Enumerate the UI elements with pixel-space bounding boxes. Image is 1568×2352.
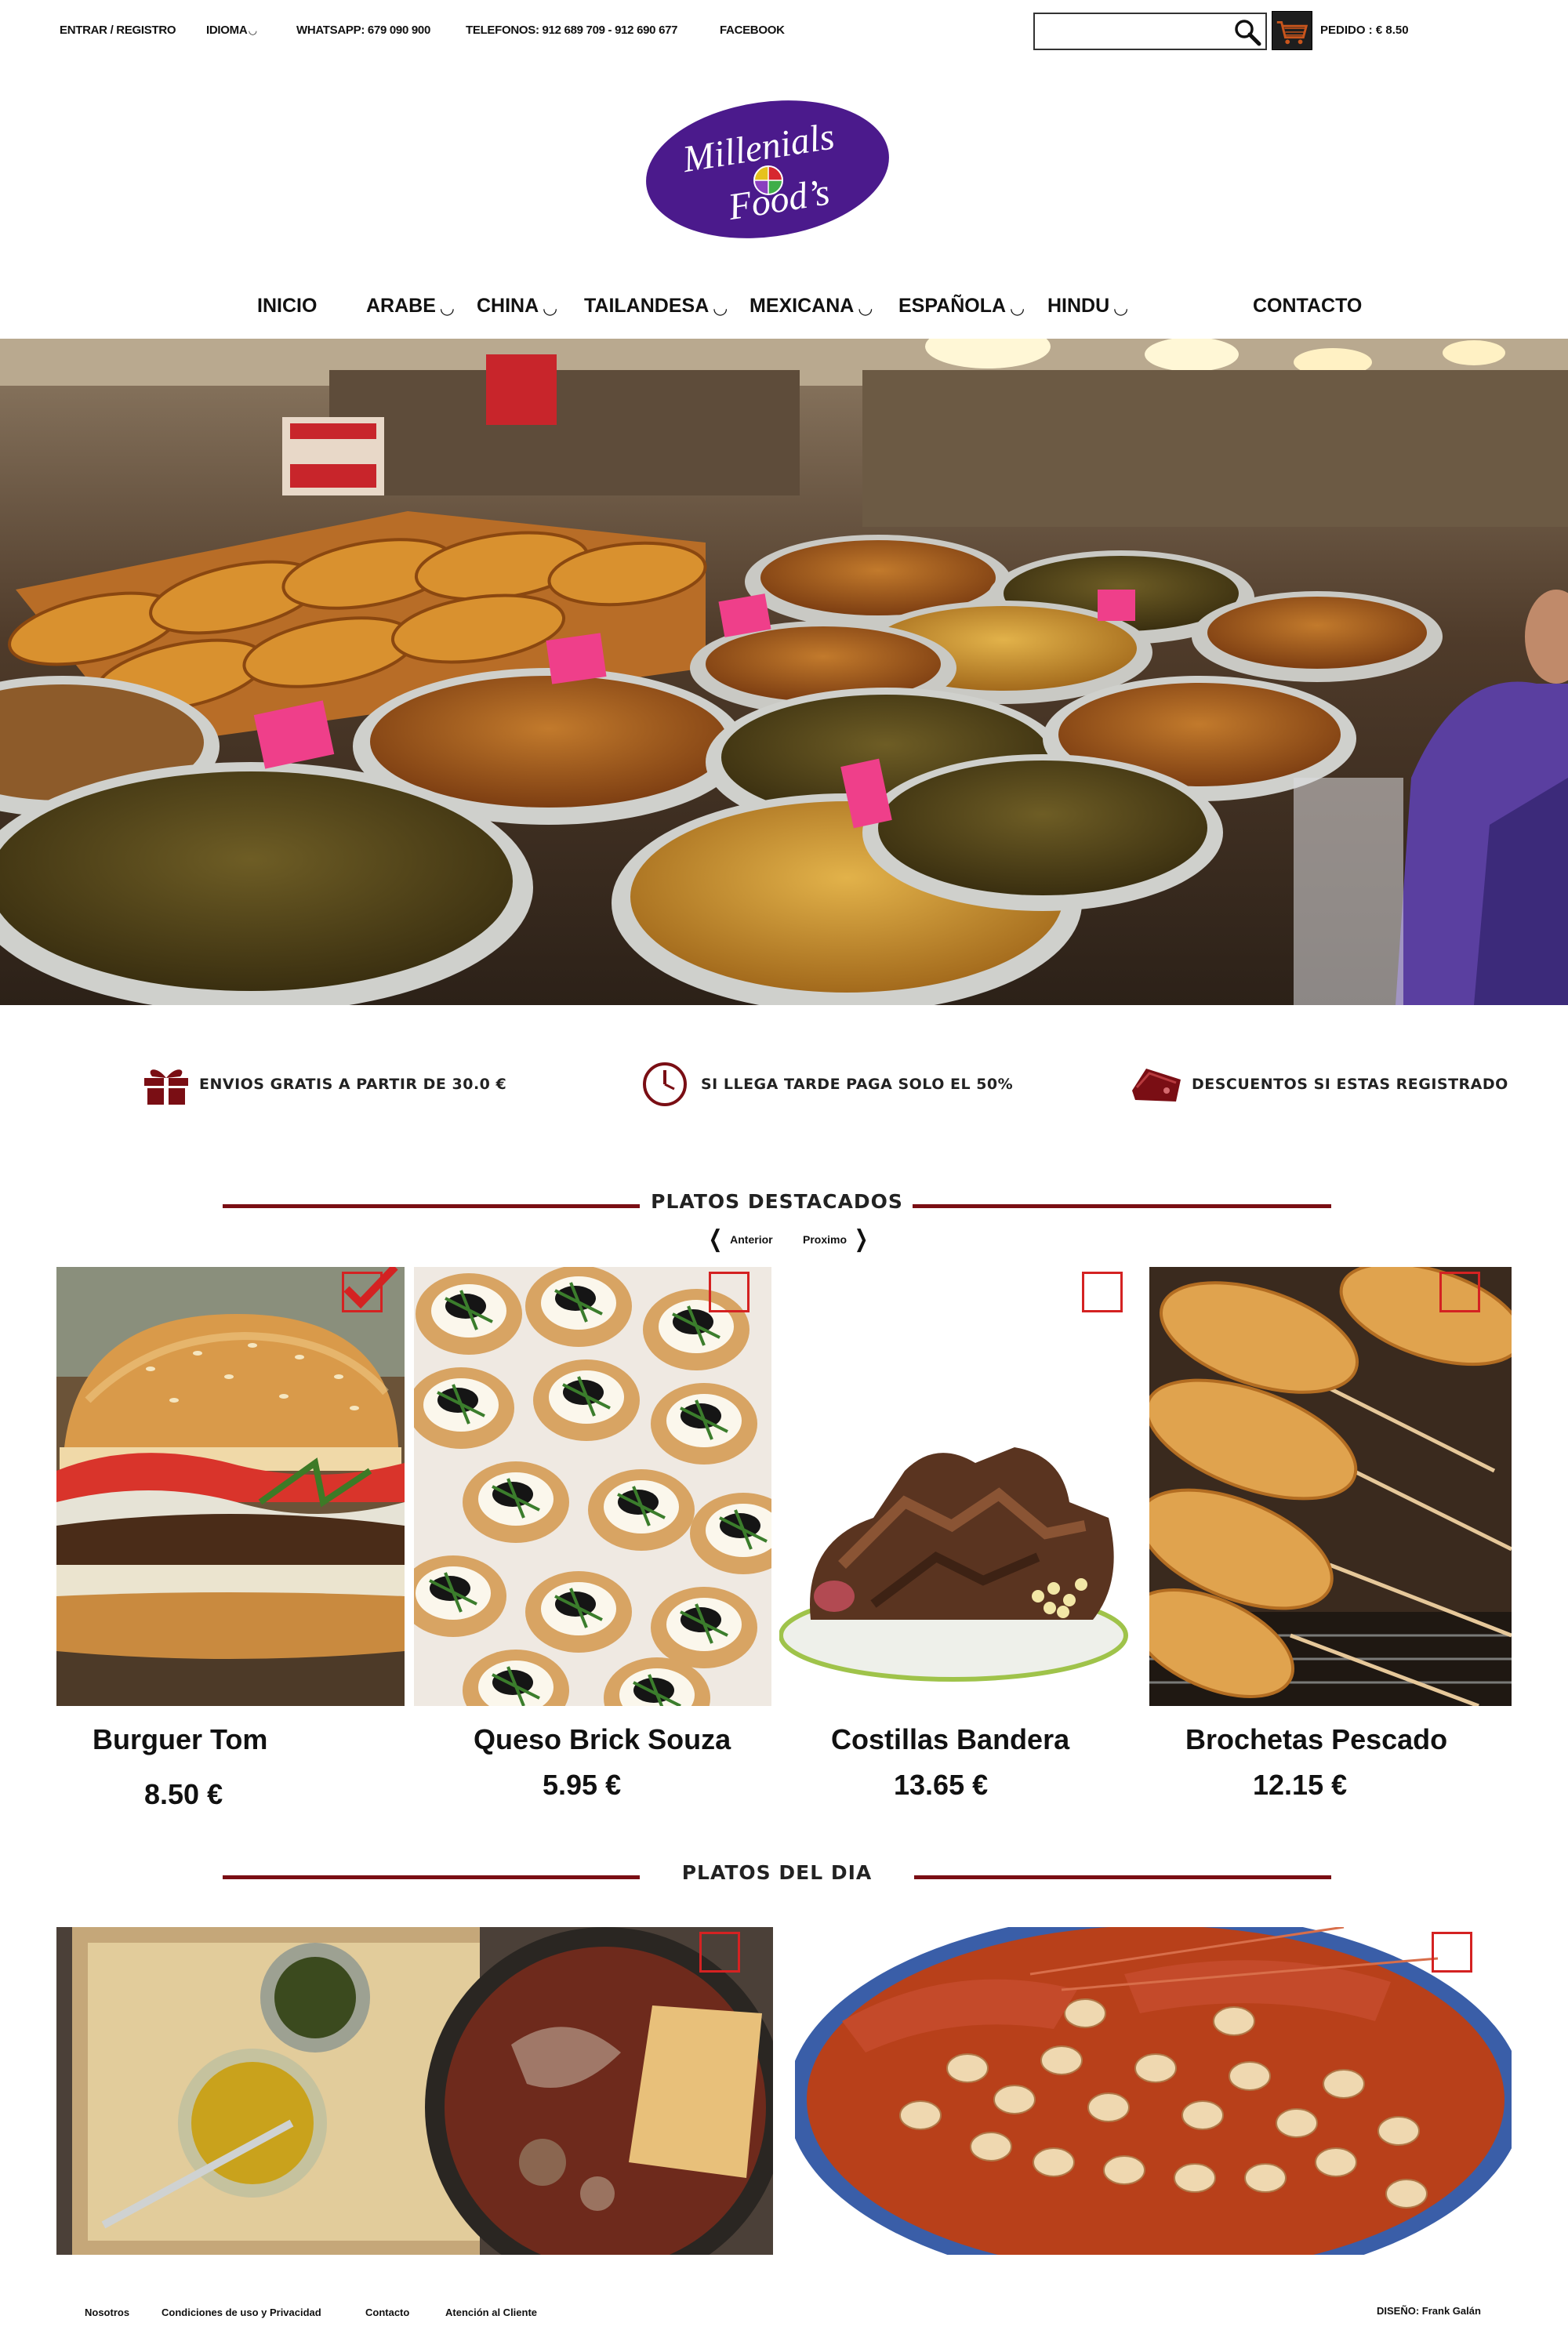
gift-icon bbox=[144, 1069, 188, 1105]
perk-registered-discount: DESCUENTOS SI ESTAS REGISTRADO bbox=[1129, 1057, 1508, 1112]
nav-item-hindu[interactable]: HINDU ◡ bbox=[1047, 295, 1127, 318]
hero-food-market-image bbox=[0, 339, 1568, 1005]
featured-section-heading: PLATOS DESTACADOS bbox=[223, 1190, 1331, 1221]
skewers-image bbox=[1149, 1267, 1512, 1706]
select-checkbox[interactable] bbox=[709, 1272, 750, 1312]
product-card-burger[interactable] bbox=[56, 1267, 405, 1706]
nav-item-mexicana[interactable]: MEXICANA ◡ bbox=[750, 295, 872, 318]
chevron-down-icon: ◡ bbox=[440, 298, 454, 318]
chevron-down-icon: ◡ bbox=[1114, 298, 1128, 318]
product-card-skewers[interactable] bbox=[1149, 1267, 1512, 1706]
product-name[interactable]: Brochetas Pescado bbox=[1185, 1723, 1447, 1756]
select-checkbox[interactable] bbox=[1082, 1272, 1123, 1312]
product-name[interactable]: Burguer Tom bbox=[93, 1723, 267, 1756]
globe-icon bbox=[753, 165, 783, 195]
blinis-image bbox=[414, 1267, 771, 1706]
main-nav: INICIO ARABE ◡ CHINA ◡ TAILANDESA ◡ MEXICAN… bbox=[0, 295, 1568, 326]
footer-link-terms[interactable]: Condiciones de uso y Privacidad bbox=[162, 2307, 321, 2318]
language-selector[interactable]: IDIOMA ◡ bbox=[206, 24, 256, 37]
hero-banner bbox=[0, 339, 1568, 1005]
next-label: Proximo bbox=[803, 1233, 848, 1246]
nav-label: MEXICANA bbox=[750, 295, 855, 317]
daily-section-heading: PLATOS DEL DIA bbox=[223, 1861, 1331, 1893]
chevron-left-icon: ❮ bbox=[708, 1226, 723, 1252]
search-input[interactable] bbox=[1041, 14, 1221, 47]
nav-item-tailandesa[interactable]: TAILANDESA ◡ bbox=[584, 295, 727, 318]
previous-button[interactable]: ❮ Anterior bbox=[706, 1228, 773, 1251]
footer-link-support[interactable]: Atención al Cliente bbox=[445, 2307, 537, 2318]
order-total[interactable]: PEDIDO : € 8.50 bbox=[1320, 24, 1409, 37]
nav-label: TAILANDESA bbox=[584, 295, 710, 317]
clock-icon bbox=[643, 1062, 687, 1106]
daily-dish-card-1[interactable] bbox=[56, 1927, 773, 2255]
nav-label: CHINA bbox=[477, 295, 539, 317]
product-price: 12.15 € bbox=[1253, 1769, 1348, 1801]
daily-title: PLATOS DEL DIA bbox=[681, 1861, 873, 1884]
nav-item-inicio[interactable]: INICIO bbox=[257, 295, 317, 318]
burger-image bbox=[56, 1267, 405, 1706]
footer-link-about[interactable]: Nosotros bbox=[85, 2307, 129, 2318]
chevron-down-icon: ◡ bbox=[858, 298, 873, 318]
perk-text: ENVIOS GRATIS A PARTIR DE 30.0 € bbox=[199, 1076, 507, 1093]
product-name[interactable]: Queso Brick Souza bbox=[474, 1723, 731, 1756]
search-box bbox=[1033, 13, 1267, 50]
previous-label: Anterior bbox=[730, 1233, 773, 1246]
facebook-link[interactable]: FACEBOOK bbox=[720, 24, 785, 37]
nav-label: ARABE bbox=[366, 295, 436, 317]
cart-icon[interactable] bbox=[1272, 11, 1312, 50]
next-button[interactable]: Proximo ❯ bbox=[803, 1228, 871, 1251]
featured-title: PLATOS DESTACADOS bbox=[651, 1190, 903, 1213]
language-label: IDIOMA bbox=[206, 24, 248, 37]
product-card-ribs[interactable] bbox=[779, 1267, 1134, 1706]
perk-late-discount: SI LLEGA TARDE PAGA SOLO EL 50% bbox=[641, 1057, 1013, 1112]
phone-numbers: TELEFONOS: 912 689 709 - 912 690 677 bbox=[466, 24, 678, 37]
whatsapp-contact[interactable]: WHATSAPP: 679 090 900 bbox=[296, 24, 430, 37]
nav-item-contacto[interactable]: CONTACTO bbox=[1253, 295, 1362, 318]
perk-text: DESCUENTOS SI ESTAS REGISTRADO bbox=[1192, 1076, 1508, 1093]
product-card-blinis[interactable] bbox=[414, 1267, 771, 1706]
chevron-down-icon: ◡ bbox=[1011, 298, 1024, 318]
nav-label: ESPAÑOLA bbox=[898, 295, 1007, 317]
product-price: 5.95 € bbox=[543, 1769, 622, 1801]
nav-label: INICIO bbox=[257, 295, 318, 317]
product-price: 8.50 € bbox=[144, 1778, 223, 1810]
chevron-down-icon: ◡ bbox=[713, 298, 728, 318]
nav-label: CONTACTO bbox=[1253, 295, 1363, 317]
brand-logo[interactable]: Millenials Food’s bbox=[643, 100, 892, 238]
wallet-icon bbox=[1132, 1069, 1181, 1102]
ribs-image bbox=[779, 1267, 1134, 1706]
nav-label: HINDU bbox=[1047, 295, 1110, 317]
select-checkbox[interactable] bbox=[1439, 1272, 1480, 1312]
footer-link-contact[interactable]: Contacto bbox=[365, 2307, 409, 2318]
beans-langoustine-image bbox=[795, 1927, 1512, 2255]
select-checkbox[interactable] bbox=[699, 1932, 740, 1973]
stew-pan-image bbox=[56, 1927, 773, 2255]
checkmark-icon bbox=[343, 1267, 398, 1309]
perk-text: SI LLEGA TARDE PAGA SOLO EL 50% bbox=[701, 1076, 1014, 1093]
nav-item-arabe[interactable]: ARABE ◡ bbox=[366, 295, 454, 318]
chevron-down-icon: ◡ bbox=[249, 24, 257, 36]
product-name[interactable]: Costillas Bandera bbox=[831, 1723, 1069, 1756]
perk-free-shipping: ENVIOS GRATIS A PARTIR DE 30.0 € bbox=[141, 1057, 506, 1112]
daily-dish-card-2[interactable] bbox=[795, 1927, 1512, 2255]
select-checkbox[interactable] bbox=[1432, 1932, 1472, 1973]
nav-item-china[interactable]: CHINA ◡ bbox=[477, 295, 557, 318]
chevron-down-icon: ◡ bbox=[543, 298, 557, 318]
login-register-link[interactable]: ENTRAR / REGISTRO bbox=[60, 24, 176, 37]
design-credit: DISEÑO: Frank Galán bbox=[1377, 2305, 1481, 2317]
product-price: 13.65 € bbox=[894, 1769, 989, 1801]
chevron-right-icon: ❯ bbox=[854, 1226, 869, 1252]
search-icon[interactable] bbox=[1232, 17, 1262, 47]
nav-item-espanola[interactable]: ESPAÑOLA ◡ bbox=[898, 295, 1024, 318]
